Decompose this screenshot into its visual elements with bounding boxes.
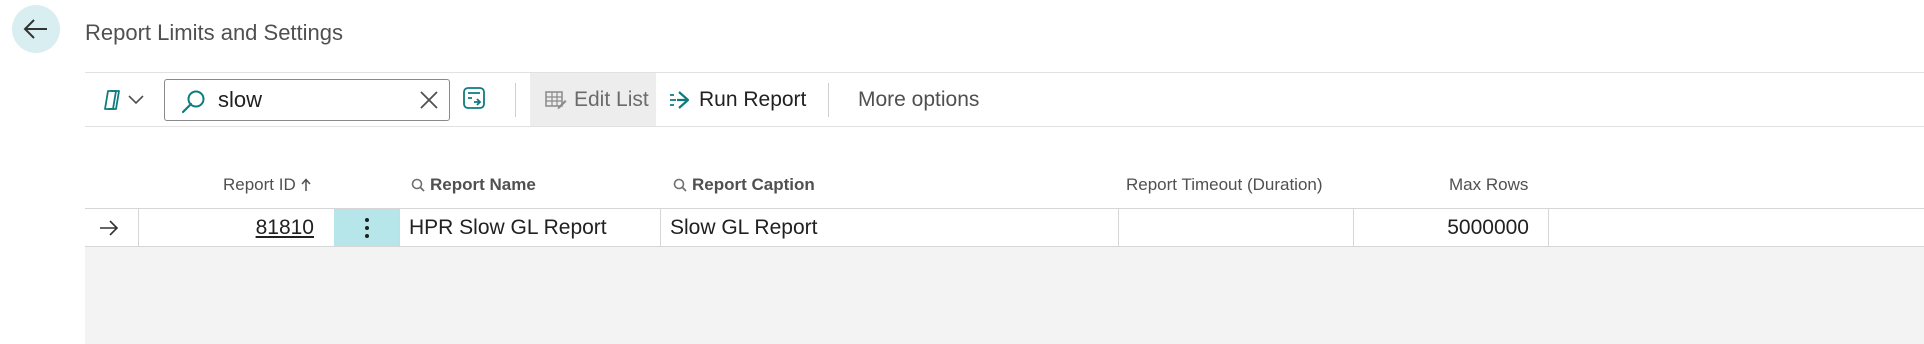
toolbar-separator: [515, 83, 516, 117]
more-options-label: More options: [858, 87, 980, 111]
arrow-right-icon: [100, 219, 119, 236]
search-box[interactable]: [164, 79, 450, 121]
table-header: Report ID Report Name Report Caption Rep…: [85, 175, 1924, 199]
more-options-button[interactable]: More options: [858, 73, 979, 126]
back-button[interactable]: [12, 5, 60, 53]
row-indicator: [99, 209, 123, 246]
copilot-icon: [104, 90, 120, 110]
column-header-report-timeout[interactable]: Report Timeout (Duration): [1126, 175, 1323, 195]
action-bar: Edit List Run Report More options: [85, 72, 1924, 127]
report-name-cell[interactable]: HPR Slow GL Report: [409, 209, 659, 246]
report-caption-cell[interactable]: Slow GL Report: [670, 209, 1110, 246]
toolbar-separator: [828, 83, 829, 117]
column-header-report-name[interactable]: Report Name: [411, 175, 536, 195]
search-input[interactable]: [218, 86, 408, 114]
run-report-icon: [670, 90, 690, 109]
list-empty-area: [85, 247, 1924, 344]
page-title: Report Limits and Settings: [85, 20, 344, 45]
edit-list-icon: [545, 90, 567, 109]
arrow-left-icon: [23, 19, 47, 39]
search-icon: [411, 178, 425, 192]
run-report-label: Run Report: [699, 87, 807, 111]
column-divider: [1548, 209, 1549, 246]
filter-pane-icon: [463, 87, 485, 109]
report-timeout-cell[interactable]: [1119, 209, 1353, 246]
table-row[interactable]: 81810 HPR Slow GL Report Slow GL Report …: [85, 208, 1924, 247]
filter-pane-button[interactable]: [462, 86, 486, 110]
column-header-report-caption[interactable]: Report Caption: [673, 175, 815, 195]
column-divider: [660, 209, 661, 246]
chevron-down-icon: [128, 95, 144, 105]
copilot-button[interactable]: [100, 86, 144, 114]
column-divider: [399, 209, 400, 246]
search-icon: [181, 90, 205, 114]
column-header-report-id[interactable]: Report ID: [223, 175, 311, 195]
more-vertical-icon: [364, 217, 369, 238]
search-icon: [673, 178, 687, 192]
edit-list-label: Edit List: [574, 87, 649, 111]
max-rows-cell[interactable]: 5000000: [1354, 209, 1529, 246]
row-actions-button[interactable]: [334, 209, 399, 246]
column-header-max-rows[interactable]: Max Rows: [1449, 175, 1528, 195]
edit-list-button[interactable]: Edit List: [530, 73, 656, 126]
report-id-cell[interactable]: 81810: [139, 209, 314, 246]
run-report-button[interactable]: Run Report: [669, 73, 806, 126]
close-icon[interactable]: [419, 90, 439, 110]
report-id-link[interactable]: 81810: [256, 216, 314, 240]
arrow-up-icon: [301, 178, 311, 191]
